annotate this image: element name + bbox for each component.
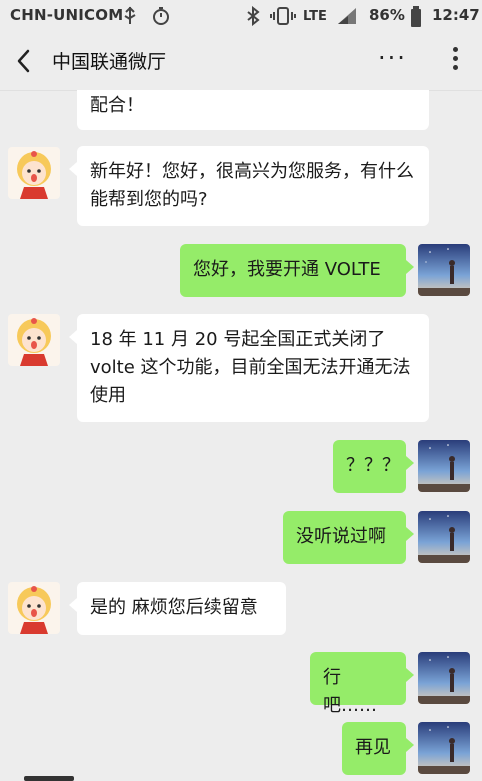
- status-bar: CHN-UNICOM LTE 86% 12:47: [0, 0, 482, 32]
- message-text: ？？？: [346, 455, 400, 476]
- user-avatar[interactable]: [418, 511, 470, 563]
- message-text: 没听说过啊: [296, 526, 386, 547]
- user-avatar[interactable]: [418, 652, 470, 704]
- message-text: 是的 麻烦您后续留意: [90, 597, 258, 618]
- message-bubble-user: 没听说过啊: [283, 511, 414, 564]
- user-avatar[interactable]: [418, 722, 470, 774]
- clock: 12:47: [432, 6, 480, 24]
- timer-icon: [151, 6, 171, 30]
- message-text: 新年好！您好，很高兴为您服务，有什么能帮到您的吗?: [90, 161, 414, 210]
- agent-avatar[interactable]: [8, 147, 60, 199]
- more-horizontal-icon[interactable]: ···: [378, 44, 407, 72]
- agent-avatar[interactable]: [8, 314, 60, 366]
- message-bubble-agent: 是的 麻烦您后续留意: [69, 582, 286, 635]
- message-bubble-user: 行吧……: [310, 652, 414, 716]
- battery-percent: 86%: [369, 6, 405, 24]
- message-bubble-agent: 新年好！您好，很高兴为您服务，有什么能帮到您的吗?: [69, 146, 429, 226]
- message-bubble-agent: 配合！: [77, 90, 429, 130]
- message-text: 配合！: [90, 95, 144, 116]
- agent-avatar[interactable]: [8, 582, 60, 634]
- usb-icon: [122, 6, 138, 30]
- message-bubble-agent: 18 年 11 月 20 号起全国正式关闭了volte 这个功能，目前全国无法开…: [69, 314, 429, 422]
- network-type: LTE: [303, 9, 327, 24]
- message-bubble-user: 您好，我要开通 VOLTE: [180, 244, 414, 297]
- message-text: 您好，我要开通 VOLTE: [193, 259, 381, 280]
- back-arrow-icon[interactable]: [14, 48, 34, 74]
- user-avatar[interactable]: [418, 244, 470, 296]
- user-avatar[interactable]: [418, 440, 470, 492]
- bluetooth-icon: [246, 5, 260, 30]
- battery-icon: [410, 6, 422, 32]
- message-text: 再见: [355, 737, 391, 758]
- chat-title: 中国联通微厅: [52, 51, 167, 73]
- message-text: 行吧……: [323, 667, 377, 716]
- signal-icon: [336, 6, 358, 30]
- chat-header: 中国联通微厅 ···: [0, 32, 482, 91]
- message-bubble-user: ？？？: [333, 440, 414, 493]
- message-bubble-user: 再见: [342, 722, 414, 775]
- vibrate-icon: [270, 6, 296, 30]
- more-vertical-icon[interactable]: [447, 44, 463, 74]
- partial-avatar-edge: [24, 776, 74, 781]
- message-text: 18 年 11 月 20 号起全国正式关闭了volte 这个功能，目前全国无法开…: [90, 329, 411, 406]
- carrier-name: CHN-UNICOM: [10, 6, 124, 24]
